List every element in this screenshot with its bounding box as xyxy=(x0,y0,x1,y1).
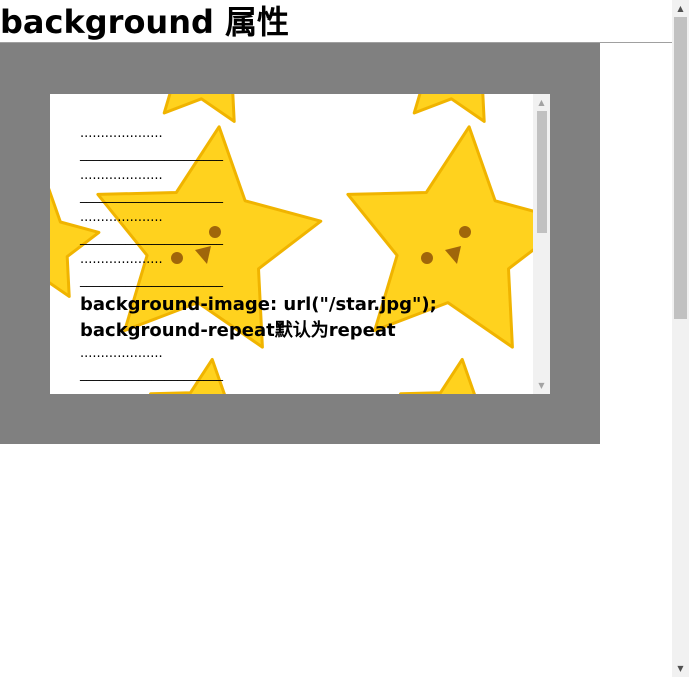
css-code-line: background-repeat默认为repeat xyxy=(80,320,396,341)
scroll-container[interactable]: .................... ___________________… xyxy=(50,94,550,394)
page-title: background 属性 xyxy=(0,3,290,41)
css-code-line: background-image: url("/star.jpg"); xyxy=(80,294,437,315)
line-rule: ______________________ xyxy=(80,147,223,162)
page: background 属性 .................... _____… xyxy=(0,0,689,677)
line-dots: .................... xyxy=(80,126,163,141)
line-rule: ______________________ xyxy=(80,273,223,288)
scroll-up-arrow-icon[interactable]: ▲ xyxy=(672,0,689,17)
line-rule: ______________________ xyxy=(80,231,223,246)
star-icon xyxy=(162,94,236,123)
scrollbar-thumb[interactable] xyxy=(537,111,547,233)
page-scrollbar-thumb[interactable] xyxy=(674,17,687,319)
line-dots: .................... xyxy=(80,252,163,267)
line-dots: .................... xyxy=(80,346,163,361)
line-dots: .................... xyxy=(80,168,163,183)
scroll-down-arrow-icon[interactable]: ▼ xyxy=(533,377,550,394)
outer-box: .................... ___________________… xyxy=(0,43,600,444)
line-dots: .................... xyxy=(80,210,163,225)
scroll-up-arrow-icon[interactable]: ▲ xyxy=(533,94,550,111)
line-rule: ______________________ xyxy=(80,367,223,382)
line-rule: ______________________ xyxy=(80,189,223,204)
demo-content: .................... ___________________… xyxy=(80,124,520,386)
scroll-down-arrow-icon[interactable]: ▼ xyxy=(672,660,689,677)
page-scrollbar[interactable]: ▲ ▼ xyxy=(672,0,689,677)
star-icon xyxy=(412,94,486,123)
inner-scrollbar[interactable]: ▲ ▼ xyxy=(533,94,550,394)
